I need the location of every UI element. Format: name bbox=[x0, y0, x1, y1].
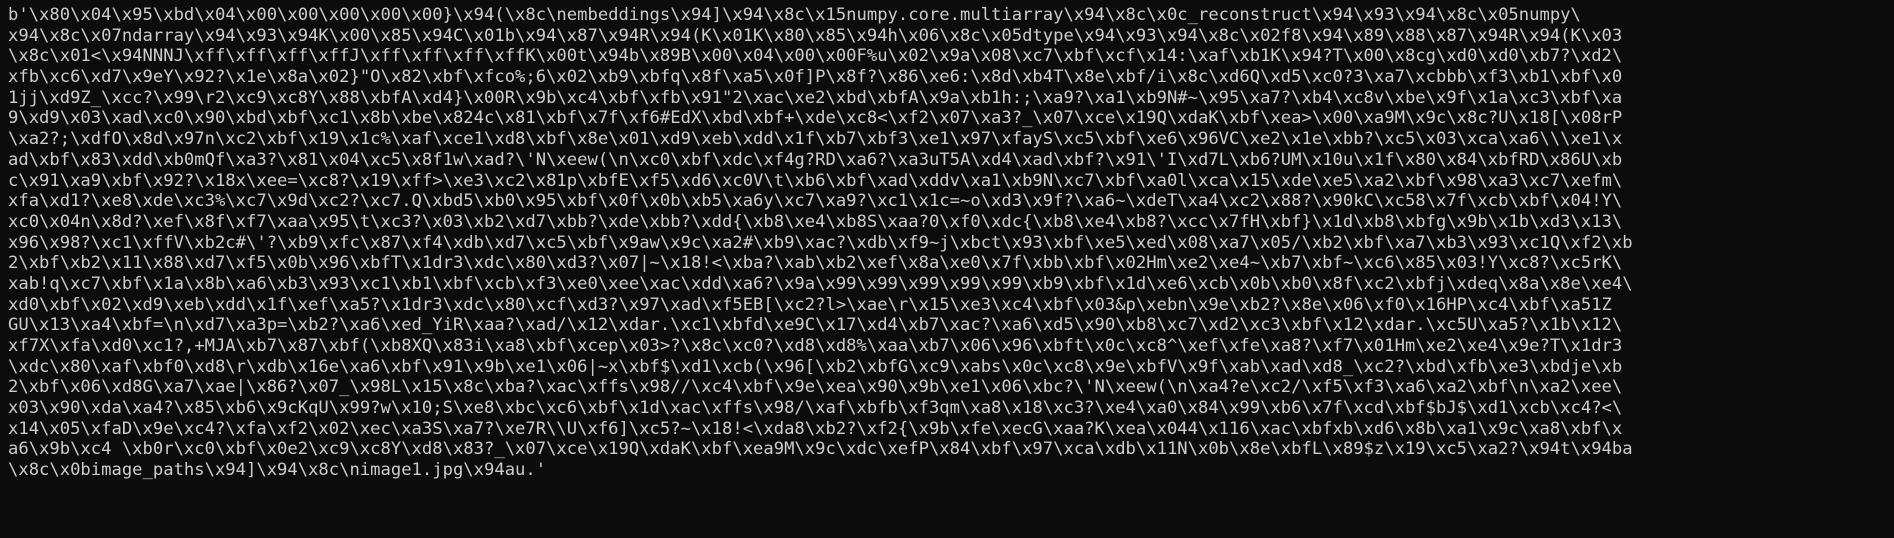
terminal-line: 2\xbf\xb2\x11\x88\xd7\xf5\x0b\x96\xbfT\x… bbox=[8, 253, 1623, 274]
terminal-line: x96\x98?\xc1\xffV\xb2c#\'?\xb9\xfc\x87\x… bbox=[8, 232, 1633, 253]
terminal-line: GU\x13\xa4\xbf=\n\xd7\xa3p=\xb2?\xa6\xed… bbox=[8, 315, 1623, 336]
terminal-line: xd0\xbf\x02\xd9\xeb\xdd\x1f\xef\xa5?\x1d… bbox=[8, 294, 1612, 315]
terminal-window[interactable]: b'\x80\x04\x95\xbd\x04\x00\x00\x00\x00\x… bbox=[0, 0, 1894, 538]
terminal-line: \x8c\x01<\x94NNNJ\xff\xff\xff\xffJ\xff\x… bbox=[8, 46, 1623, 67]
terminal-line: xab!q\xc7\xbf\x1a\x8b\xa6\xb3\x93\xc1\xb… bbox=[8, 273, 1633, 294]
terminal-line: xfb\xc6\xd7\x9eY\x92?\x1e\x8a\x02}"O\x82… bbox=[8, 67, 1623, 88]
terminal-line: x03\x90\xda\xa4?\x85\xb6\x9cKqU\x99?w\x1… bbox=[8, 398, 1623, 419]
terminal-line: \x8c\x0bimage_paths\x94]\x94\x8c\nimage1… bbox=[8, 460, 547, 481]
terminal-line: 2\xbf\x06\xd8G\xa7\xae|\x86?\x07_\x98L\x… bbox=[8, 377, 1623, 398]
terminal-line: xfa\xd1?\xe8\xde\xc3%\xc7\x9d\xc2?\xc7.Q… bbox=[8, 191, 1623, 212]
terminal-line: b'\x80\x04\x95\xbd\x04\x00\x00\x00\x00\x… bbox=[8, 5, 1581, 25]
terminal-line: \xa2?;\xdfO\x8d\x97n\xc2\xbf\x19\x1c%\xa… bbox=[8, 129, 1623, 150]
terminal-line: ad\xbf\x83\xdd\xb0mQf\xa3?\x81\x04\xc5\x… bbox=[8, 149, 1623, 170]
terminal-line: xc0\x04n\x8d?\xef\x8f\xf7\xaa\x95\t\xc3?… bbox=[8, 211, 1623, 232]
terminal-line: 9\xd9\x03\xad\xc0\x90\xbd\xbf\xc1\x8b\xb… bbox=[8, 108, 1623, 129]
terminal-line: \xdc\x80\xaf\xbf0\xd8\r\xdb\x16e\xa6\xbf… bbox=[8, 356, 1623, 377]
terminal-line: x14\x05\xfaD\x9e\xc4?\xfa\xf2\x02\xec\xa… bbox=[8, 418, 1623, 439]
terminal-line: c\x91\xa9\xbf\x92?\x18x\xee=\xc8?\x19\xf… bbox=[8, 170, 1623, 191]
terminal-line: xf7X\xfa\xd0\xc1?,+MJA\xb7\x87\xbf(\xb8X… bbox=[8, 336, 1623, 356]
terminal-line: 1jj\xd9Z_\xcc?\x99\r2\xc9\xc8Y\x88\xbfA\… bbox=[8, 87, 1623, 108]
terminal-line: a6\x9b\xc4 \xb0r\xc0\xbf\x0e2\xc9\xc8Y\x… bbox=[8, 439, 1633, 460]
terminal-line: x94\x8c\x07ndarray\x94\x93\x94K\x00\x85\… bbox=[8, 25, 1623, 46]
